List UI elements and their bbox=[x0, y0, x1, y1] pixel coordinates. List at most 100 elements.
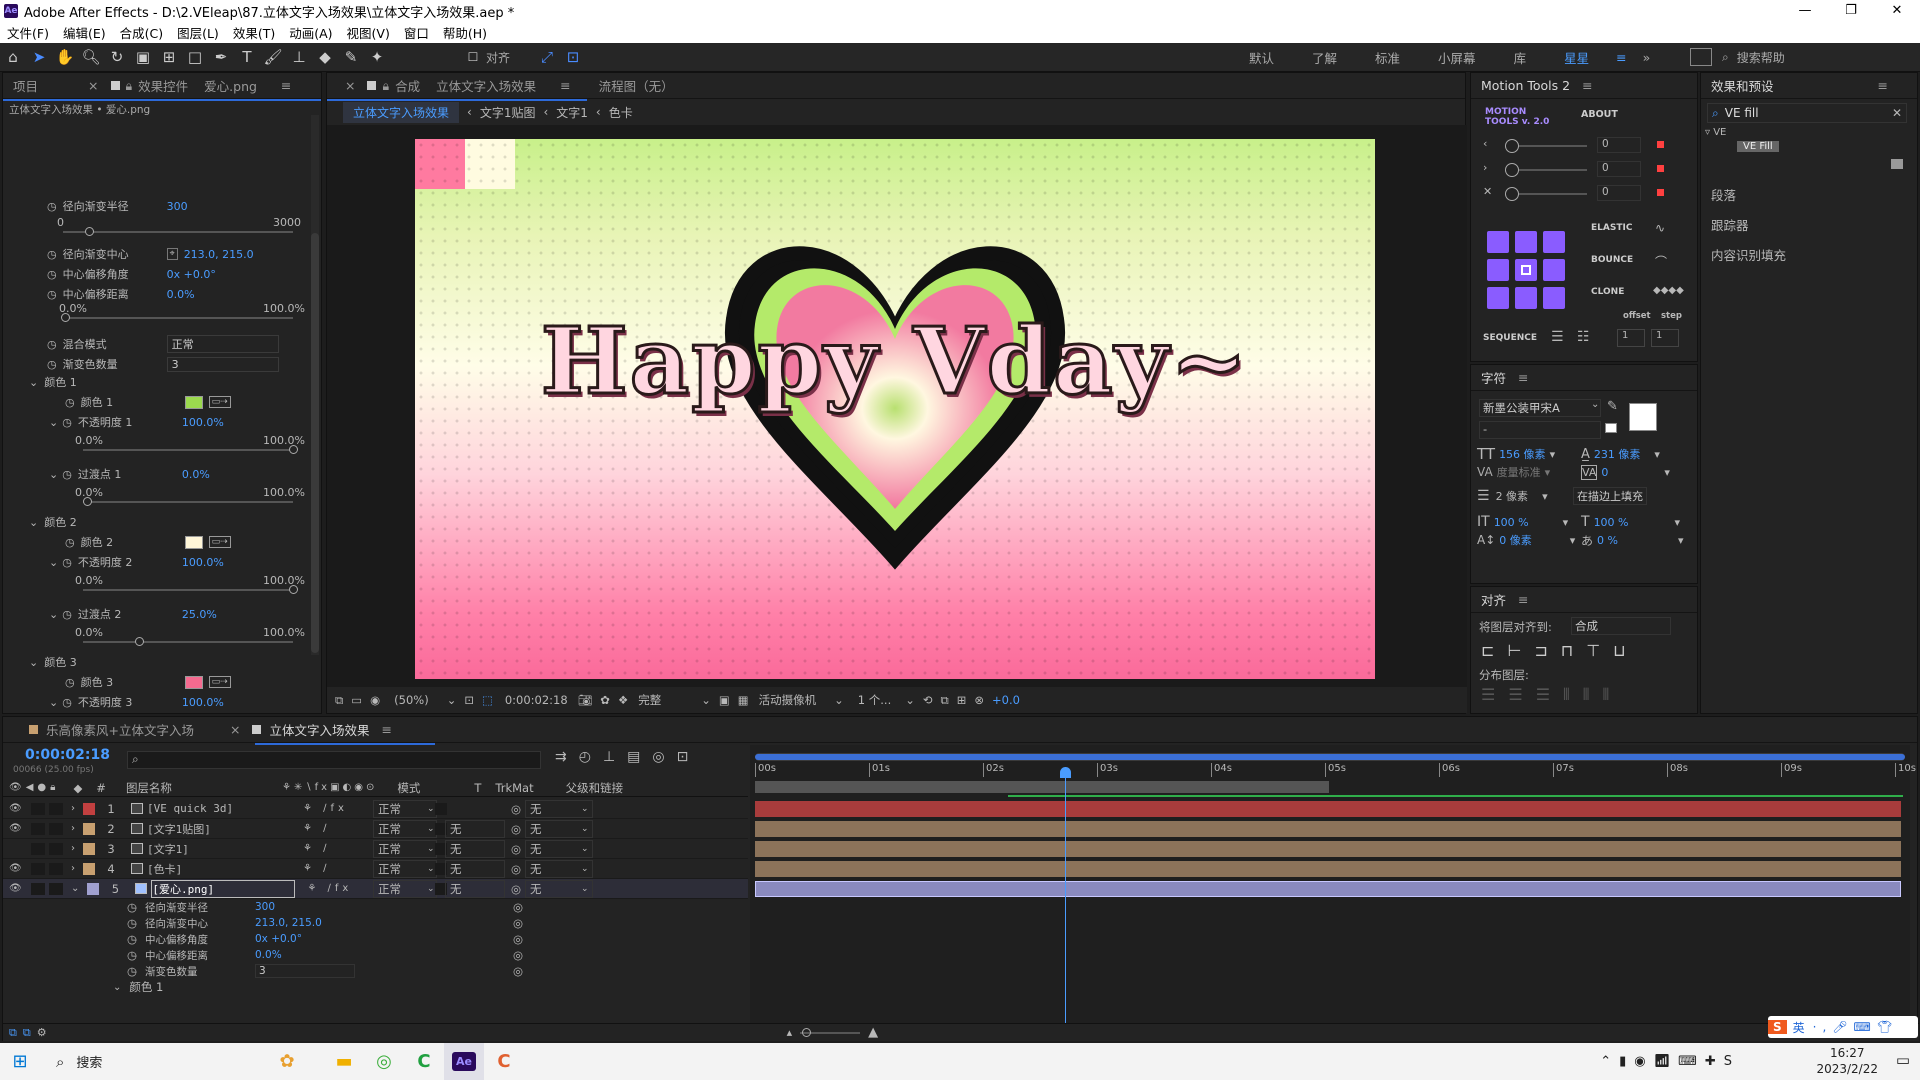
region-icon[interactable]: ⬚ bbox=[482, 693, 493, 707]
leading-field[interactable]: A̲ 231 像素 ▾ bbox=[1581, 445, 1660, 463]
anchor-point-button[interactable] bbox=[1543, 259, 1565, 281]
color-group-header[interactable]: ⌄ 颜色 2 bbox=[29, 513, 77, 531]
chevron-down-icon[interactable]: ⌄ bbox=[427, 864, 435, 874]
anchor-point-button[interactable] bbox=[1543, 287, 1565, 309]
tsume-field[interactable]: あ0 % ▾ bbox=[1581, 531, 1684, 549]
layer-search-input[interactable]: ⌕ bbox=[127, 751, 541, 769]
camera-tool-icon[interactable]: ▣ bbox=[130, 45, 156, 69]
chevron-down-icon[interactable]: ⌄ bbox=[905, 693, 915, 707]
views-select[interactable]: 1 个... bbox=[858, 692, 891, 708]
color-group-header[interactable]: ⌄ 颜色 1 bbox=[29, 373, 77, 391]
time-ruler[interactable]: 00s 01s 02s 03s 04s 05s 06s 07s 08s 09s 10s bbox=[755, 763, 1916, 781]
current-time[interactable]: 0:00:02:18 bbox=[505, 693, 568, 707]
stopwatch-icon[interactable]: ◷ bbox=[62, 556, 72, 569]
close-icon[interactable]: × bbox=[345, 78, 355, 93]
font-size-field[interactable]: TT 156 像素 ▾ bbox=[1477, 445, 1555, 463]
resolution-select[interactable]: 完整 bbox=[638, 692, 661, 708]
tab-flowchart[interactable]: 流程图（无） bbox=[599, 76, 674, 95]
solo-toggle[interactable] bbox=[31, 862, 45, 875]
eyedropper-icon[interactable]: ▭⇢ bbox=[208, 536, 231, 548]
distribute-buttons[interactable]: ☰☰☰⫴⫴⫴ bbox=[1481, 685, 1622, 705]
workspace-libraries[interactable]: 库 bbox=[1495, 48, 1546, 67]
camtasia-icon[interactable]: C bbox=[404, 1043, 444, 1080]
solo-toggle[interactable] bbox=[31, 842, 45, 855]
show-snapshot-icon[interactable]: ✿ bbox=[600, 693, 610, 707]
prop-row[interactable]: ◷ 径向渐变中心 ⌖ 213.0, 215.0 bbox=[47, 245, 254, 263]
crumb-2[interactable]: 文字1贴图 bbox=[480, 104, 536, 121]
fast-preview-icon[interactable]: ⟲ bbox=[923, 693, 933, 707]
stop-slider[interactable] bbox=[83, 637, 293, 646]
opacity-row[interactable]: ⌄ ◷ 不透明度 1 100.0% bbox=[49, 413, 224, 431]
anchor-point-button[interactable] bbox=[1515, 287, 1537, 309]
menu-animation[interactable]: 动画(A) bbox=[282, 23, 339, 42]
chevron-down-icon[interactable]: ⌄ bbox=[701, 693, 711, 707]
pickwhip-icon[interactable]: ◎ bbox=[511, 862, 521, 876]
timeline-timecode[interactable]: 0:00:02:18 bbox=[25, 747, 110, 763]
layer-switches[interactable]: ⚘ ∕ bbox=[303, 823, 331, 834]
zoom-in-icon[interactable]: ▲ bbox=[868, 1025, 878, 1040]
trkmat-header[interactable]: TrkMat bbox=[495, 781, 533, 795]
trkmat-select[interactable]: 无 bbox=[445, 819, 505, 838]
maximize-button[interactable]: ❐ bbox=[1828, 0, 1874, 22]
layer-name[interactable]: [VE quick 3d] bbox=[147, 802, 291, 815]
visibility-eye-icon[interactable]: 👁︎ bbox=[9, 883, 25, 894]
workspace-standard[interactable]: 标准 bbox=[1356, 48, 1419, 67]
selection-tool-icon[interactable]: ➤ bbox=[26, 45, 52, 69]
property-row[interactable]: ◷ 中心偏移角度 0x +0.0° ◎ bbox=[3, 931, 748, 947]
pickwhip-icon[interactable]: ◎ bbox=[511, 882, 521, 896]
crumb-4[interactable]: 色卡 bbox=[609, 104, 633, 121]
opacity-slider[interactable] bbox=[83, 445, 298, 454]
new-preset-icon[interactable] bbox=[1891, 159, 1903, 169]
chevron-down-icon[interactable]: ⌄ bbox=[427, 804, 435, 814]
tab-tracker[interactable]: 跟踪器 bbox=[1711, 215, 1749, 234]
zoom-select[interactable]: (50%) bbox=[394, 693, 429, 707]
playhead[interactable] bbox=[1060, 767, 1071, 1035]
stop-row[interactable]: ⌄ ◷ 过渡点 2 25.0% bbox=[49, 605, 217, 623]
mt-value-input[interactable]: 0 bbox=[1597, 185, 1641, 201]
workspace-learn[interactable]: 了解 bbox=[1293, 48, 1356, 67]
timeline-icon[interactable]: ⧉ bbox=[941, 693, 949, 708]
property-row[interactable]: ◷ 中心偏移距离 0.0% ◎ bbox=[3, 947, 748, 963]
chevron-right-icon[interactable]: › bbox=[71, 823, 75, 834]
workspace-menu-icon[interactable]: ≡ bbox=[1608, 50, 1634, 65]
anchor-point-button[interactable] bbox=[1543, 231, 1565, 253]
pickwhip-icon[interactable]: ◎ bbox=[513, 948, 523, 962]
exposure-value[interactable]: +0.0 bbox=[992, 693, 1020, 707]
clone-button[interactable]: CLONE bbox=[1591, 287, 1624, 297]
panel-menu-icon[interactable]: ≡ bbox=[1518, 592, 1528, 607]
horizontal-scale-field[interactable]: T 100 % ▾ bbox=[1581, 513, 1680, 531]
layer-switches[interactable]: ⚘ ∕ bbox=[303, 843, 331, 854]
tab-main-comp[interactable]: 立体文字入场效果 bbox=[269, 720, 369, 739]
puppet-tool-icon[interactable]: ✦ bbox=[364, 45, 390, 69]
camera-select[interactable]: 活动摄像机 bbox=[759, 692, 817, 708]
panel-menu-icon[interactable]: ≡ bbox=[1518, 370, 1528, 385]
layer-switches[interactable]: ⚘ ∕fx bbox=[303, 803, 348, 814]
toggle-switches-icon[interactable]: ⧉ bbox=[9, 1026, 17, 1040]
stopwatch-icon[interactable]: ◷ bbox=[47, 248, 57, 261]
anchor-point-button[interactable] bbox=[1487, 259, 1509, 281]
chevron-right-icon[interactable]: › bbox=[71, 803, 75, 814]
trkmat-select[interactable]: 无 bbox=[445, 839, 505, 858]
opacity-slider[interactable] bbox=[83, 585, 298, 594]
crumb-1[interactable]: 立体文字入场效果 bbox=[343, 101, 460, 123]
layer-switches[interactable]: ⚘ ∕fx bbox=[307, 883, 352, 894]
layer-row[interactable]: 👁︎ › 2 [文字1贴图] ⚘ ∕ 正常 ⌄ 无 ◎ 无 ⌄ bbox=[3, 819, 748, 839]
solo-toggle[interactable] bbox=[31, 802, 45, 815]
anchor-point-button[interactable] bbox=[1515, 259, 1537, 281]
stop-slider[interactable] bbox=[83, 497, 293, 506]
layer-name-header[interactable]: 图层名称 bbox=[126, 780, 172, 796]
stroke-width-field[interactable]: ☰ 2 像素 ▾ bbox=[1477, 487, 1548, 505]
stopwatch-icon[interactable]: ◷ bbox=[65, 396, 75, 409]
effect-ve-fill[interactable]: VE Fill bbox=[1737, 141, 1779, 152]
workspace-star[interactable]: 星星 bbox=[1545, 48, 1608, 67]
workspace-small-screen[interactable]: 小屏幕 bbox=[1419, 48, 1495, 67]
tab-motion-tools[interactable]: Motion Tools 2 bbox=[1481, 78, 1570, 93]
preserve-transparency-toggle[interactable] bbox=[435, 802, 447, 815]
align-buttons[interactable]: ⊏⊢⊐⊓⊤⊔ bbox=[1481, 641, 1639, 660]
visibility-eye-icon[interactable]: 👁︎ bbox=[9, 863, 25, 874]
scrollbar[interactable] bbox=[311, 233, 319, 653]
layer-name[interactable]: [色卡] bbox=[147, 861, 291, 877]
panel-menu-icon[interactable]: ≡ bbox=[1582, 78, 1592, 93]
folder-ve[interactable]: ▿ VE bbox=[1705, 127, 1726, 138]
chevron-down-icon[interactable]: ⌄ bbox=[581, 864, 589, 874]
